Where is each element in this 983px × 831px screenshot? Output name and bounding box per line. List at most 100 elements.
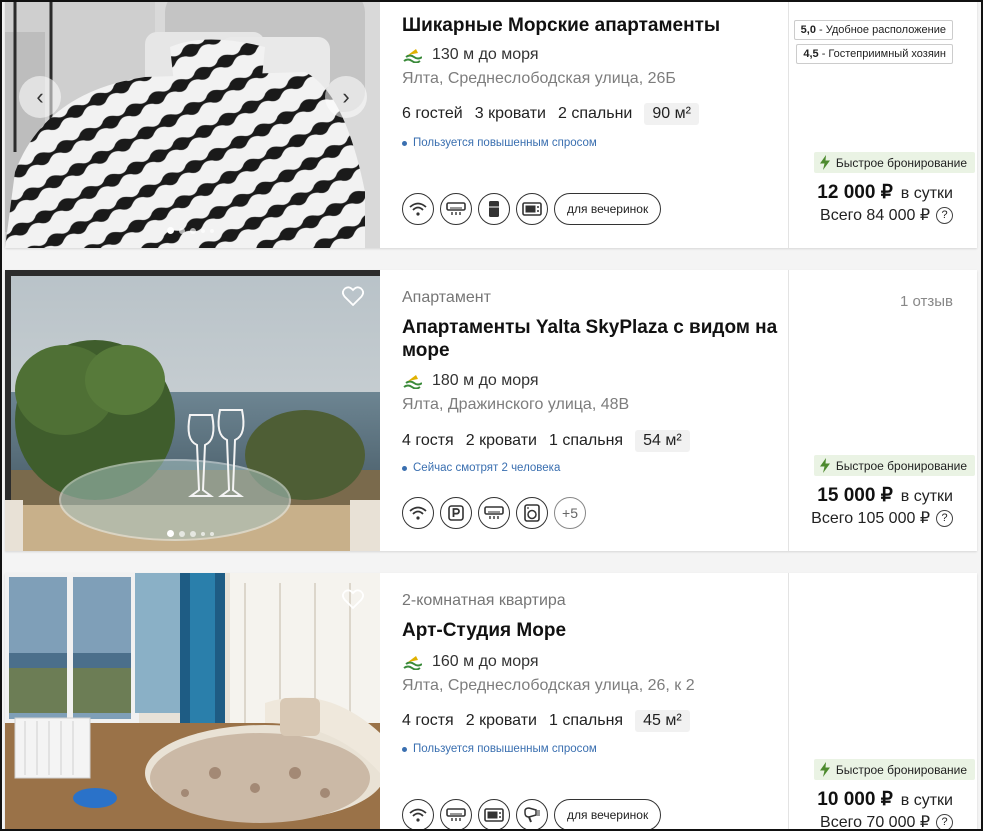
total-price: Всего 84 000 ₽? — [820, 205, 953, 225]
area: 54 м² — [635, 430, 690, 452]
total-price: Всего 105 000 ₽? — [811, 508, 953, 528]
help-icon[interactable]: ? — [936, 206, 953, 224]
balcony-sea-view-photo — [5, 270, 380, 551]
listing-title[interactable]: Шикарные Морские апартаменты — [402, 14, 782, 37]
price-column: Быстрое бронирование 10 000 ₽ в сутки Все… — [789, 573, 977, 831]
total-text: Всего 70 000 ₽ — [820, 814, 930, 831]
listing-card[interactable]: ‹ › Шикарные Морские апартаменты 130 м д… — [5, 2, 977, 248]
sea-distance-text: 130 м до моря — [432, 46, 539, 63]
rating-label: Удобное расположение — [825, 24, 946, 36]
beach-icon — [403, 656, 422, 670]
air-conditioner-icon — [440, 799, 472, 829]
reviews-count[interactable]: 1 отзыв — [900, 293, 953, 310]
rating-host: 4,5 - Гостеприимный хозяин — [796, 44, 953, 64]
hairdryer-icon — [516, 799, 548, 829]
microwave-icon — [516, 193, 548, 225]
sea-distance-text: 180 м до моря — [432, 372, 539, 389]
fridge-icon — [478, 193, 510, 225]
wifi-icon — [402, 193, 434, 225]
zebra-bedroom-photo — [5, 2, 380, 248]
listing-info: Шикарные Морские апартаменты 130 м до мо… — [402, 2, 787, 248]
demand-note: Пользуется повышенным спросом — [402, 743, 597, 755]
price-value: 10 000 ₽ — [817, 789, 893, 810]
party-tag: для вечеринок — [554, 799, 662, 829]
photo-pagination — [167, 227, 219, 234]
bedrooms: 1 спальня — [549, 432, 624, 449]
demand-note-text: Пользуется повышенным спросом — [413, 137, 597, 149]
amenities: +5 — [402, 497, 592, 529]
sea-distance: 180 м до моря — [402, 372, 539, 390]
bedrooms: 1 спальня — [549, 712, 624, 729]
instant-booking-badge: Быстрое бронирование — [813, 759, 975, 780]
guests: 4 гостя — [402, 432, 454, 449]
amenities: для вечеринок — [402, 799, 662, 829]
beds: 3 кровати — [474, 105, 546, 122]
rating-location: 5,0 - Удобное расположение — [793, 20, 953, 40]
property-type: 2-комнатная квартира — [402, 592, 566, 609]
help-icon[interactable]: ? — [936, 509, 953, 527]
wifi-icon — [402, 799, 434, 829]
listing-results: ‹ › Шикарные Морские апартаменты 130 м д… — [0, 0, 983, 831]
total-text: Всего 84 000 ₽ — [820, 207, 930, 224]
air-conditioner-icon — [478, 497, 510, 529]
bedrooms: 2 спальни — [558, 105, 633, 122]
address: Ялта, Среднеслободская улица, 26Б — [402, 70, 676, 87]
lightning-icon — [819, 762, 830, 777]
area: 45 м² — [635, 710, 690, 732]
washing-machine-icon — [516, 497, 548, 529]
favorite-icon[interactable] — [342, 286, 364, 306]
beach-icon — [403, 375, 422, 389]
address: Ялта, Среднеслободская улица, 26, к 2 — [402, 677, 695, 694]
specs: 6 гостей 3 кровати 2 спальни 90 м² — [402, 103, 711, 125]
price-unit: в сутки — [900, 488, 953, 505]
price-value: 15 000 ₽ — [817, 485, 893, 506]
total-text: Всего 105 000 ₽ — [811, 510, 930, 527]
listing-card[interactable]: 2-комнатная квартира Арт-Студия Море 160… — [5, 573, 977, 831]
favorite-icon[interactable] — [342, 589, 364, 609]
amenities: для вечеринок — [402, 193, 662, 225]
prev-photo-button[interactable]: ‹ — [19, 76, 61, 118]
demand-note-text: Пользуется повышенным спросом — [413, 743, 597, 755]
listing-photo[interactable]: ‹ › — [5, 2, 380, 248]
price-column: 5,0 - Удобное расположение 4,5 - Гостепр… — [789, 2, 977, 248]
listing-photo[interactable] — [5, 270, 380, 551]
next-photo-button[interactable]: › — [325, 76, 367, 118]
price-column: 1 отзыв Быстрое бронирование 15 000 ₽ в с… — [789, 270, 977, 551]
help-icon[interactable]: ? — [936, 813, 953, 829]
photo-pagination — [167, 530, 219, 537]
listing-title[interactable]: Арт-Студия Море — [402, 619, 782, 642]
badge-text: Быстрое бронирование — [835, 458, 967, 473]
viewers-note: Сейчас смотрят 2 человека — [402, 462, 560, 474]
badge-text: Быстрое бронирование — [835, 762, 967, 777]
nightly-price: 12 000 ₽ в сутки — [817, 181, 953, 204]
beds: 2 кровати — [465, 432, 537, 449]
instant-booking-badge: Быстрое бронирование — [813, 152, 975, 173]
sea-distance-text: 160 м до моря — [432, 653, 539, 670]
guests: 6 гостей — [402, 105, 463, 122]
round-bed-room-photo — [5, 573, 380, 829]
rating-score: 4,5 — [803, 48, 819, 60]
address: Ялта, Дражинского улица, 48В — [402, 396, 630, 413]
specs: 4 гостя 2 кровати 1 спальня 45 м² — [402, 710, 702, 732]
listing-info: 2-комнатная квартира Арт-Студия Море 160… — [402, 573, 787, 829]
rating-label: Гостеприимный хозяин — [828, 48, 946, 60]
property-type: Апартамент — [402, 289, 491, 306]
beds: 2 кровати — [465, 712, 537, 729]
more-amenities-button[interactable]: +5 — [554, 497, 586, 529]
microwave-icon — [478, 799, 510, 829]
listing-title[interactable]: Апартаменты Yalta SkyPlaza с видом на мо… — [402, 316, 782, 362]
beach-icon — [403, 49, 422, 63]
nightly-price: 15 000 ₽ в сутки — [817, 484, 953, 507]
sea-distance: 130 м до моря — [402, 46, 539, 64]
listing-photo[interactable] — [5, 573, 380, 829]
lightning-icon — [819, 155, 830, 170]
listing-card[interactable]: Апартамент Апартаменты Yalta SkyPlaza с … — [5, 270, 977, 551]
price-unit: в сутки — [900, 792, 953, 809]
guests: 4 гостя — [402, 712, 454, 729]
demand-note: Пользуется повышенным спросом — [402, 137, 597, 149]
nightly-price: 10 000 ₽ в сутки — [817, 788, 953, 811]
parking-icon — [440, 497, 472, 529]
specs: 4 гостя 2 кровати 1 спальня 54 м² — [402, 430, 702, 452]
sea-distance: 160 м до моря — [402, 653, 539, 671]
air-conditioner-icon — [440, 193, 472, 225]
